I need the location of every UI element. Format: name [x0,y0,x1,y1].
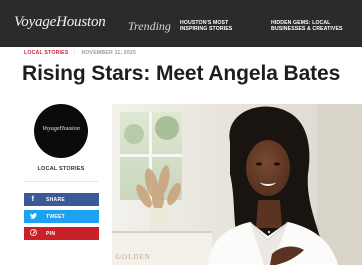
article-title: Rising Stars: Meet Angela Bates [22,62,341,85]
author-avatar[interactable]: VoyageHouston [34,104,88,158]
facebook-share-button[interactable]: f SHARE [24,193,99,206]
sidebar-divider [24,181,98,182]
pinterest-share-button[interactable]: PIN [24,227,99,240]
sign-text: GOLDEN [116,253,151,261]
category-link[interactable]: LOCAL STORIES [24,50,69,56]
top-navigation-bar: VoyageHouston Trending HOUSTON'S MOST IN… [0,0,362,47]
twitter-icon [24,212,42,221]
nav-link-hidden-gems[interactable]: HIDDEN GEMS: LOCAL BUSINESSES & CREATIVE… [271,20,361,32]
site-logo[interactable]: VoyageHouston [14,14,106,31]
nav-link-inspiring-stories[interactable]: HOUSTON'S MOST INSPIRING STORIES [180,20,260,32]
featured-photo: GOLDEN [112,104,362,265]
tweet-button-label: TWEET [46,213,65,220]
meta-separator: | [74,50,76,56]
share-button-label: SHARE [46,196,66,203]
twitter-share-button[interactable]: TWEET [24,210,99,223]
article-meta: LOCAL STORIES | NOVEMBER 11, 2025 [24,50,136,56]
nav-link-line: INSPIRING STORIES [180,26,233,33]
publish-date: NOVEMBER 11, 2025 [81,50,137,56]
facebook-icon: f [31,196,35,203]
sidebar-category-label[interactable]: LOCAL STORIES [24,166,98,172]
pin-button-label: PIN [46,230,56,237]
nav-link-line: BUSINESSES & CREATIVES [271,26,343,33]
trending-label: Trending [128,19,171,33]
pinterest-icon [24,229,42,238]
avatar-logo-text: VoyageHouston [42,126,80,132]
